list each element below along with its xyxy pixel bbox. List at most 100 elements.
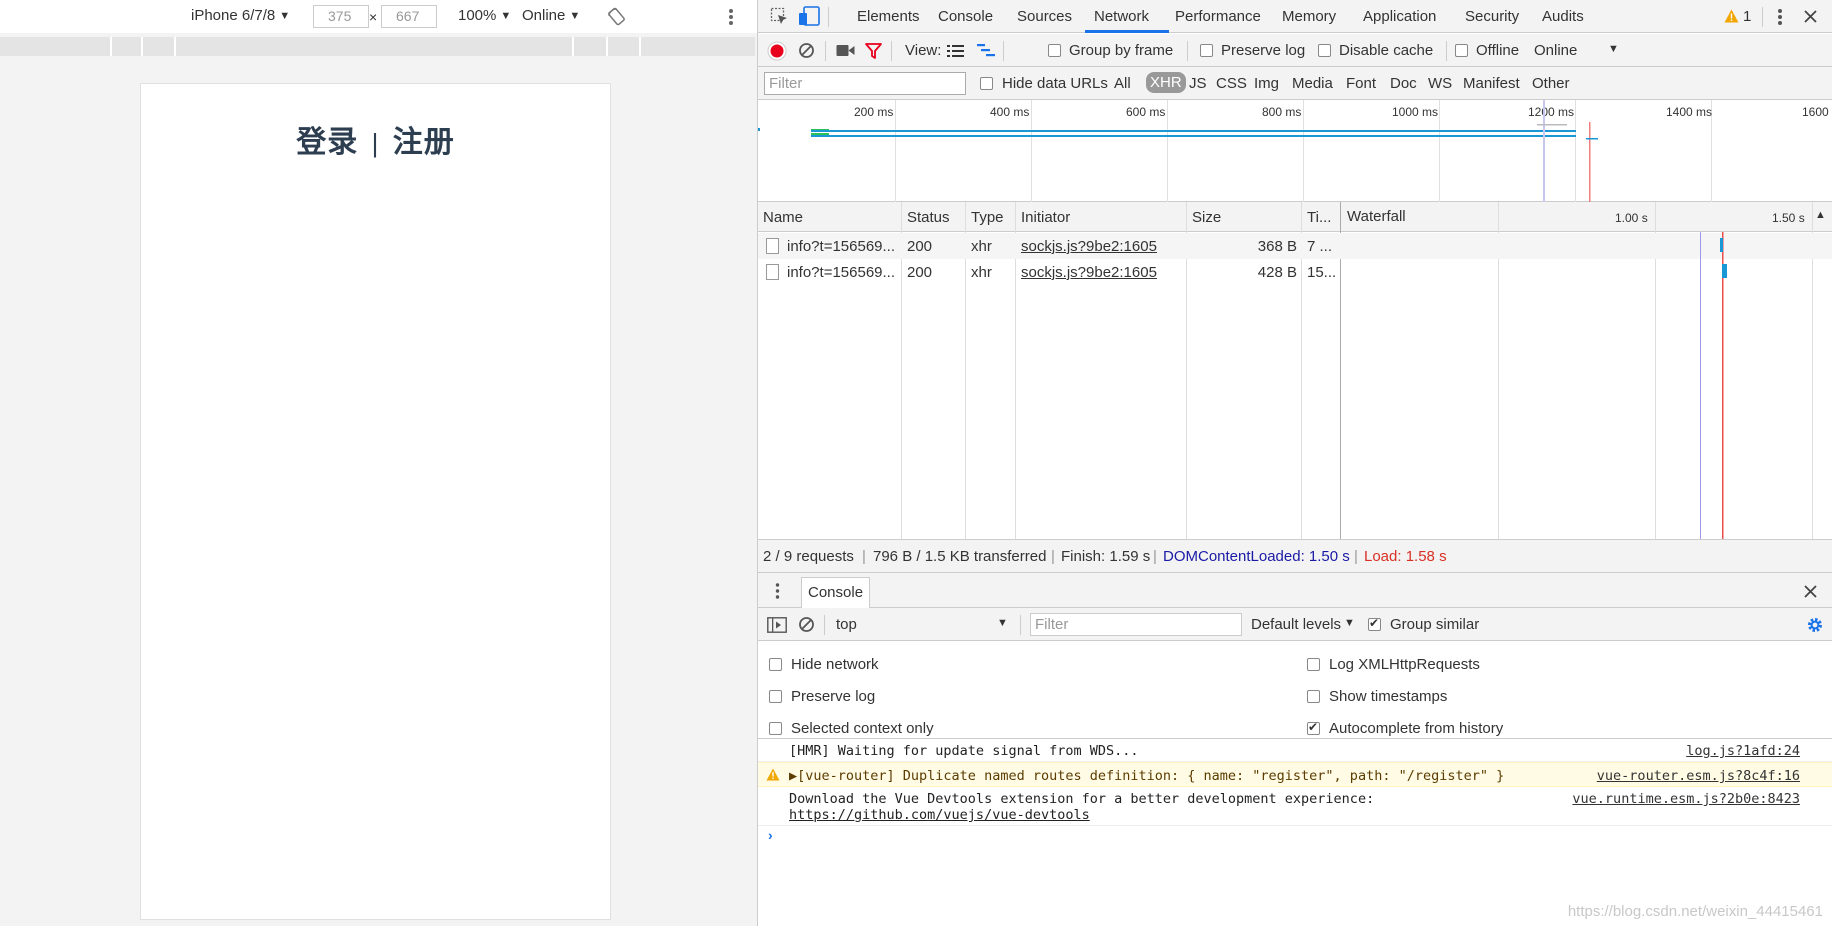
network-filter-input[interactable]: Filter <box>764 72 966 95</box>
disable-cache-checkbox[interactable] <box>1318 44 1331 57</box>
context-select[interactable]: top <box>836 616 857 633</box>
tab-security[interactable]: Security <box>1465 8 1519 25</box>
network-filter-bar: Filter Hide data URLs All XHR JS CSS Img… <box>758 67 1832 100</box>
filter-icon[interactable] <box>865 43 882 59</box>
inspect-element-icon[interactable] <box>770 7 789 26</box>
warning-count[interactable]: 1 <box>1743 8 1751 25</box>
console-source-link[interactable]: vue-router.esm.js?8c4f:16 <box>1597 768 1800 784</box>
sort-ascending-icon[interactable]: ▲ <box>1815 209 1826 221</box>
zoom-select[interactable]: 100% ▼ <box>458 7 511 24</box>
device-viewport: 登录 | 注册 <box>140 83 611 920</box>
tab-console[interactable]: Console <box>938 8 993 25</box>
drawer-tab-console[interactable]: Console <box>801 577 871 608</box>
preserve-log-checkbox[interactable] <box>769 690 782 703</box>
autocomplete-checkbox[interactable] <box>1307 720 1320 735</box>
clear-icon[interactable] <box>798 42 815 59</box>
tab-sources[interactable]: Sources <box>1017 8 1072 25</box>
log-xhr-label: Log XMLHttpRequests <box>1329 656 1480 673</box>
column-status-header[interactable]: Status <box>907 209 950 226</box>
close-icon[interactable] <box>1804 10 1817 23</box>
vue-devtools-link[interactable]: https://github.com/vuejs/vue-devtools <box>789 807 1090 823</box>
tab-application[interactable]: Application <box>1363 8 1436 25</box>
register-link[interactable]: 注册 <box>393 126 455 159</box>
filter-type-xhr[interactable]: XHR <box>1146 72 1186 93</box>
tab-network[interactable]: Network <box>1094 8 1149 25</box>
column-name-header[interactable]: Name <box>763 209 803 226</box>
filter-type-other[interactable]: Other <box>1532 75 1570 92</box>
hide-network-checkbox[interactable] <box>769 658 782 671</box>
device-toolbar-toggle-icon[interactable] <box>798 6 820 26</box>
height-input[interactable]: 667 <box>381 5 437 28</box>
group-similar-checkbox[interactable] <box>1368 616 1381 631</box>
filter-type-all[interactable]: All <box>1114 75 1131 92</box>
clear-console-icon[interactable] <box>798 616 815 633</box>
column-initiator-header[interactable]: Initiator <box>1021 209 1070 226</box>
filter-type-font[interactable]: Font <box>1346 75 1376 92</box>
table-row[interactable]: info?t=156569... 200 xhr sockjs.js?9be2:… <box>758 233 1341 259</box>
device-select[interactable]: iPhone 6/7/8 ▼ <box>191 7 290 24</box>
large-rows-icon[interactable] <box>947 44 964 58</box>
group-by-frame-checkbox[interactable] <box>1048 44 1061 57</box>
filter-type-css[interactable]: CSS <box>1216 75 1247 92</box>
close-drawer-icon[interactable] <box>1804 585 1817 598</box>
tab-memory[interactable]: Memory <box>1282 8 1336 25</box>
console-source-link[interactable]: log.js?1afd:24 <box>1686 743 1800 759</box>
filter-type-doc[interactable]: Doc <box>1390 75 1417 92</box>
screenshot-camera-icon[interactable] <box>836 44 855 57</box>
console-message-text: [HMR] Waiting for update signal from WDS… <box>789 743 1139 759</box>
dom-content-loaded-time: DOMContentLoaded: 1.50 s <box>1163 548 1350 565</box>
rotate-icon[interactable] <box>607 7 626 26</box>
console-warning-message[interactable]: ▶[vue-router] Duplicate named routes def… <box>758 762 1832 787</box>
table-row[interactable]: info?t=156569... 200 xhr sockjs.js?9be2:… <box>758 259 1341 285</box>
chevron-down-icon[interactable]: ▼ <box>1608 43 1619 55</box>
overview-waterfall-icon[interactable] <box>977 43 995 59</box>
overview-bars <box>758 100 1598 202</box>
record-icon[interactable] <box>767 41 787 61</box>
warning-icon[interactable] <box>1724 9 1739 23</box>
request-type: xhr <box>971 238 992 255</box>
network-throttle-select[interactable]: Online ▼ <box>522 7 580 24</box>
console-filter-input[interactable]: Filter <box>1030 613 1242 636</box>
filter-type-img[interactable]: Img <box>1254 75 1279 92</box>
network-throttle-label: Online <box>522 7 566 24</box>
media-query-ruler[interactable] <box>0 37 755 56</box>
chevron-down-icon[interactable]: ▼ <box>1344 617 1355 629</box>
chevron-down-icon[interactable]: ▼ <box>997 617 1008 629</box>
request-initiator-link[interactable]: sockjs.js?9be2:1605 <box>1021 264 1157 281</box>
hide-data-urls-checkbox[interactable] <box>980 77 993 90</box>
column-waterfall-header[interactable]: Waterfall <box>1347 208 1406 225</box>
column-time-header[interactable]: Ti... <box>1307 209 1331 226</box>
network-overview-timeline[interactable]: 200 ms 400 ms 600 ms 800 ms 1000 ms 1200… <box>758 100 1832 202</box>
status-separator: | <box>1051 548 1055 565</box>
filter-type-media[interactable]: Media <box>1292 75 1333 92</box>
disable-cache-label: Disable cache <box>1339 42 1434 59</box>
toolbar-separator <box>1003 41 1004 61</box>
request-initiator-link[interactable]: sockjs.js?9be2:1605 <box>1021 238 1157 255</box>
filter-type-manifest[interactable]: Manifest <box>1463 75 1520 92</box>
tab-audits[interactable]: Audits <box>1542 8 1584 25</box>
show-timestamps-checkbox[interactable] <box>1307 690 1320 703</box>
selected-context-only-checkbox[interactable] <box>769 722 782 735</box>
log-xhr-checkbox[interactable] <box>1307 658 1320 671</box>
gear-icon[interactable] <box>1806 616 1824 634</box>
throttle-select[interactable]: Online <box>1534 42 1577 59</box>
login-link[interactable]: 登录 <box>296 126 358 159</box>
width-input[interactable]: 375 <box>313 5 369 28</box>
more-options-icon[interactable] <box>728 8 734 26</box>
column-size-header[interactable]: Size <box>1192 209 1221 226</box>
offline-checkbox[interactable] <box>1455 44 1468 57</box>
preserve-log-checkbox[interactable] <box>1200 44 1213 57</box>
view-label: View: <box>905 42 942 59</box>
tab-elements[interactable]: Elements <box>857 8 920 25</box>
sidebar-toggle-icon[interactable] <box>767 617 787 633</box>
drawer-menu-icon[interactable] <box>775 583 780 599</box>
request-type: xhr <box>971 264 992 281</box>
tab-performance[interactable]: Performance <box>1175 8 1261 25</box>
console-input[interactable] <box>784 826 1824 848</box>
column-type-header[interactable]: Type <box>971 209 1004 226</box>
log-levels-select[interactable]: Default levels <box>1251 616 1341 633</box>
customize-menu-icon[interactable] <box>1777 8 1783 26</box>
filter-type-js[interactable]: JS <box>1189 75 1207 92</box>
console-source-link[interactable]: vue.runtime.esm.js?2b0e:8423 <box>1572 791 1800 807</box>
filter-type-ws[interactable]: WS <box>1428 75 1452 92</box>
